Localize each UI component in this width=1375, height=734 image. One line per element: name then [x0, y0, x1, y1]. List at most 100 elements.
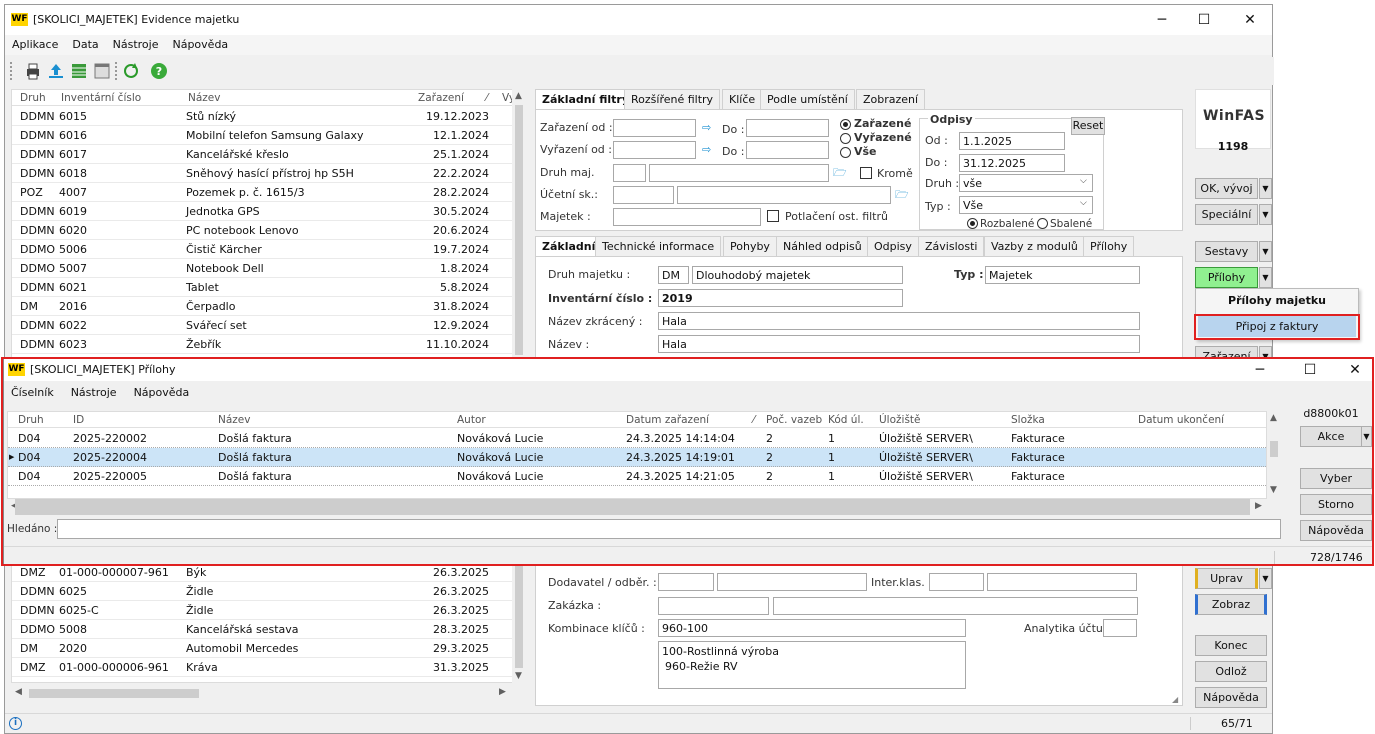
table-row[interactable]: DDMN 6025 Židle 26.3.2025: [12, 582, 515, 601]
krome-checkbox[interactable]: [860, 167, 872, 179]
close-icon[interactable]: ✕: [1235, 9, 1265, 31]
potlaceni-checkbox[interactable]: [767, 210, 779, 222]
col-druh[interactable]: Druh: [20, 92, 46, 104]
interklas-code[interactable]: [929, 573, 984, 591]
analytika-field[interactable]: [1103, 619, 1137, 637]
table-row[interactable]: POZ 4007 Pozemek p. č. 1615/3 28.2.2024: [12, 183, 515, 202]
col-zarazeni[interactable]: Zařazení: [418, 92, 464, 104]
druh-majetku-code[interactable]: DM: [658, 266, 689, 284]
kombinace-field[interactable]: 960-100: [658, 619, 966, 637]
radio-vse[interactable]: [840, 147, 851, 158]
tab-zakladni-filtry[interactable]: Základní filtry: [535, 89, 636, 110]
tab-rozsirene-filtry[interactable]: Rozšířené filtry: [624, 89, 721, 109]
odloz-button[interactable]: Odlož: [1195, 661, 1267, 682]
tab-pohyby[interactable]: Pohyby: [723, 236, 777, 256]
asset-grid-hscroll[interactable]: ◀ ▶: [11, 685, 512, 701]
specialni-button[interactable]: Speciální: [1195, 204, 1258, 225]
menu-napoveda[interactable]: Nápověda: [165, 35, 235, 54]
majetek-input[interactable]: [613, 208, 761, 226]
uprav-dropdown[interactable]: ▼: [1259, 568, 1272, 589]
druh-maj-code[interactable]: [613, 164, 646, 182]
columns-icon[interactable]: [92, 61, 112, 81]
col-nazev[interactable]: Název: [188, 92, 220, 104]
maximize-icon[interactable]: ☐: [1189, 9, 1219, 31]
prilohy-button[interactable]: Přílohy: [1195, 267, 1258, 288]
tab-nahled-odpisu[interactable]: Náhled odpisů: [776, 236, 869, 256]
vyrazeni-od-input[interactable]: [613, 141, 696, 159]
tab-vazby-z-modulu[interactable]: Vazby z modulů: [984, 236, 1085, 256]
druh-majetku-name[interactable]: Dlouhodobý majetek: [692, 266, 903, 284]
vyrazeni-do-input[interactable]: [746, 141, 829, 159]
table-row[interactable]: DDMN 6017 Kancelářské křeslo 25.1.2024: [12, 145, 515, 164]
radio-rozbalene[interactable]: [967, 218, 978, 229]
sestavy-button[interactable]: Sestavy: [1195, 241, 1258, 262]
konec-button[interactable]: Konec: [1195, 635, 1267, 656]
interklas-name[interactable]: [987, 573, 1137, 591]
druh-select[interactable]: vše: [959, 174, 1093, 192]
zarazeni-do-input[interactable]: [746, 119, 829, 137]
table-row[interactable]: DM 2020 Automobil Mercedes 29.3.2025: [12, 639, 515, 658]
dodavatel-code[interactable]: [658, 573, 714, 591]
nazev-field[interactable]: Hala: [658, 335, 1140, 353]
typ-field[interactable]: Majetek: [985, 266, 1140, 284]
tab-prilohy[interactable]: Přílohy: [1083, 236, 1135, 256]
zakazka-name[interactable]: [773, 597, 1138, 615]
folder-open-icon[interactable]: 🗁: [833, 164, 847, 183]
menu-nastroje[interactable]: Nástroje: [106, 35, 166, 54]
table-row[interactable]: DDMN 6018 Sněhový hasící přístroj hp S5H 22…: [12, 164, 515, 183]
tab-technicke-informace[interactable]: Technické informace: [595, 236, 722, 256]
tab-zavislosti[interactable]: Závislosti: [918, 236, 985, 256]
odpisy-od-input[interactable]: 1.1.2025: [959, 132, 1065, 150]
uprav-button[interactable]: Uprav: [1195, 568, 1258, 589]
minimize-icon[interactable]: ─: [1147, 9, 1177, 31]
table-row[interactable]: DDMN 6025-C Židle 26.3.2025: [12, 601, 515, 620]
radio-zarazene[interactable]: [840, 119, 851, 130]
folder-open-icon[interactable]: 🗁: [895, 186, 909, 205]
ucetni-sk-name[interactable]: [677, 186, 891, 204]
refresh-icon[interactable]: [121, 61, 141, 81]
radio-vyrazene[interactable]: [840, 133, 851, 144]
nazev-zkraceny-field[interactable]: Hala: [658, 312, 1140, 330]
chevron-down-icon[interactable]: ⌵: [1080, 198, 1087, 208]
table-row[interactable]: DMZ 01-000-000006-961 Kráva 31.3.2025: [12, 658, 515, 677]
dodavatel-name[interactable]: [717, 573, 867, 591]
menu-data[interactable]: Data: [65, 35, 105, 54]
typ-select[interactable]: Vše: [959, 196, 1093, 214]
prilohy-dropdown[interactable]: ▼: [1259, 267, 1272, 288]
table-row[interactable]: DDMN 6019 Jednotka GPS 30.5.2024: [12, 202, 515, 221]
table-row[interactable]: DDMO 5007 Notebook Dell 1.8.2024: [12, 259, 515, 278]
asset-grid-scrollbar-lower[interactable]: ▼: [512, 563, 526, 685]
menu-aplikace[interactable]: Aplikace: [5, 35, 65, 54]
table-row[interactable]: DDMN 6021 Tablet 5.8.2024: [12, 278, 515, 297]
ok-vyvoj-button[interactable]: OK, vývoj: [1195, 178, 1258, 199]
odpisy-do-input[interactable]: 31.12.2025: [959, 154, 1065, 172]
help-icon[interactable]: ?: [149, 61, 169, 81]
table-row[interactable]: DDMN 6022 Svářecí set 12.9.2024: [12, 316, 515, 335]
reset-button[interactable]: Reset: [1071, 117, 1105, 135]
table-row[interactable]: DDMO 5008 Kancelářská sestava 28.3.2025: [12, 620, 515, 639]
specialni-dropdown[interactable]: ▼: [1259, 204, 1272, 225]
print-icon[interactable]: [23, 61, 43, 81]
table-row[interactable]: DDMN 6020 PC notebook Lenovo 20.6.2024: [12, 221, 515, 240]
table-row[interactable]: DDMO 5006 Čistič Kärcher 19.7.2024: [12, 240, 515, 259]
inventarni-cislo-field[interactable]: 2019: [658, 289, 903, 307]
sestavy-dropdown[interactable]: ▼: [1259, 241, 1272, 262]
export-icon[interactable]: [46, 61, 66, 81]
tab-podle-umisteni[interactable]: Podle umístění: [760, 89, 855, 109]
tab-zobrazeni[interactable]: Zobrazení: [856, 89, 926, 109]
col-inventarni[interactable]: Inventární číslo: [61, 92, 141, 104]
tab-klice[interactable]: Klíče: [722, 89, 763, 109]
table-icon[interactable]: [69, 61, 89, 81]
zarazeni-od-input[interactable]: [613, 119, 696, 137]
table-row[interactable]: DDMN 6023 Žebřík 11.10.2024: [12, 335, 515, 354]
ok-vyvoj-dropdown[interactable]: ▼: [1259, 178, 1272, 199]
asset-grid-scrollbar[interactable]: ▲: [512, 89, 526, 359]
napoveda-button[interactable]: Nápověda: [1195, 687, 1267, 708]
radio-sbalene[interactable]: [1037, 218, 1048, 229]
chevron-down-icon[interactable]: ⌵: [1080, 176, 1087, 186]
tab-odpisy[interactable]: Odpisy: [867, 236, 919, 256]
zakazka-code[interactable]: [658, 597, 769, 615]
info-icon[interactable]: i: [9, 717, 22, 730]
ucetni-sk-code[interactable]: [613, 186, 674, 204]
table-row[interactable]: DM 2016 Čerpadlo 31.8.2024: [12, 297, 515, 316]
